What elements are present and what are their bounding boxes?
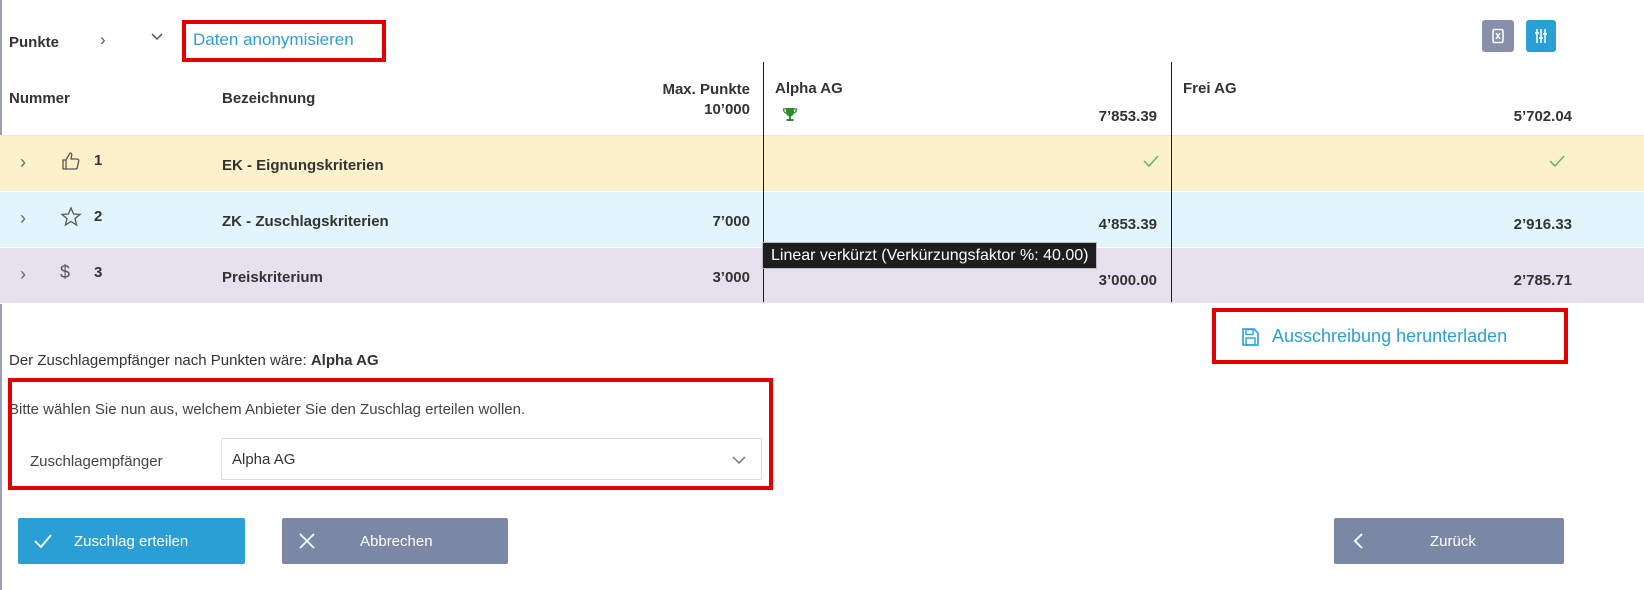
check-icon [1549,155,1565,168]
expand-chevron-icon[interactable]: › [20,208,26,229]
column-settings-button[interactable] [1526,20,1556,52]
row-value-alpha: 4’853.39 [1098,216,1157,233]
row-value-alpha: 3’000.00 [1098,272,1157,289]
header-designation: Bezeichnung [222,90,316,107]
download-label: Ausschreibung herunterladen [1272,326,1508,346]
expand-chevron-icon[interactable]: › [20,152,26,173]
row-max-points: 7’000 [712,213,750,230]
header-total-alpha: 7’853.39 [1098,108,1157,125]
star-icon [60,206,82,227]
award-recipient-label: Zuschlagempfänger [30,453,163,470]
row-max-points: 3’000 [712,269,750,286]
excel-export-button[interactable] [1482,20,1514,52]
row-designation: Preiskriterium [222,269,323,286]
award-recipient-select[interactable]: Alpha AG [221,438,762,480]
anonymize-data-link[interactable]: Daten anonymisieren [193,30,354,50]
header-total-frei: 5’702.04 [1513,108,1572,125]
table-row[interactable]: › 2 ZK - Zuschlagskriterien 7’000 4’853.… [0,192,1644,248]
save-icon [1242,327,1259,346]
dollar-icon: $ [60,262,71,282]
thumbs-up-icon [62,152,80,170]
close-icon [299,533,315,549]
row-value-frei: 2’916.33 [1513,216,1572,233]
chevron-down-icon [732,456,746,465]
trophy-icon [782,108,798,121]
table-header: Nummer Bezeichnung Max. Punkte 10’000 Al… [0,62,1644,136]
award-recipient-value: Alpha AG [232,451,296,468]
row-designation: EK - Eignungskriterien [222,157,384,174]
row-designation: ZK - Zuschlagskriterien [222,213,389,230]
award-winner-name: Alpha AG [310,352,379,369]
cancel-button[interactable]: Abbrechen [282,518,508,564]
row-number: 2 [94,208,103,225]
award-instruction: Bitte wählen Sie nun aus, welchem Anbiet… [9,401,526,418]
check-icon [1143,155,1159,168]
tooltip: Linear verkürzt (Verkürzungsfaktor %: 40… [762,242,1098,269]
back-button[interactable]: Zurück [1334,518,1564,564]
award-button[interactable]: Zuschlag erteilen [18,518,245,564]
header-max-points: Max. Punkte 10’000 [662,81,750,118]
expand-chevron-icon[interactable]: › [20,264,26,285]
check-icon [34,534,52,549]
row-number: 1 [94,152,103,169]
excel-icon [1492,28,1504,44]
sliders-icon [1535,29,1547,43]
row-number: 3 [94,264,103,281]
award-info: Der Zuschlagempfänger nach Punkten wäre:… [9,352,379,369]
breadcrumb-root[interactable]: Punkte [9,34,59,51]
chevron-right-icon[interactable]: › [100,30,106,50]
chevron-down-icon[interactable] [150,28,164,48]
chevron-left-icon [1353,533,1363,549]
header-bidder-frei: Frei AG [1183,80,1237,97]
download-tender-button[interactable]: Ausschreibung herunterladen [1240,326,1507,347]
header-bidder-alpha: Alpha AG [775,80,843,97]
table-row[interactable]: › 1 EK - Eignungskriterien [0,136,1644,192]
row-value-frei: 2’785.71 [1513,272,1572,289]
toolbar: Punkte › Daten anonymisieren [0,20,1644,62]
header-number: Nummer [9,90,70,107]
column-separator [1171,62,1172,302]
